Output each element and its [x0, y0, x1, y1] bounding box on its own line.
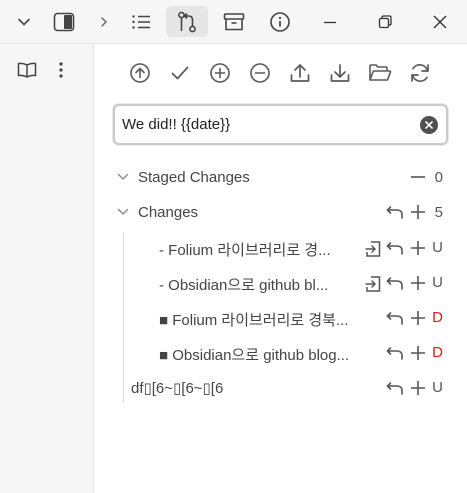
restore-icon[interactable] — [373, 12, 397, 32]
file-name[interactable]: - Obsidian으로 github bl... — [159, 274, 328, 295]
discard-icon[interactable] — [385, 275, 405, 291]
minimize-icon[interactable] — [318, 12, 342, 32]
download-icon[interactable] — [327, 58, 353, 88]
staged-count: 0 — [434, 168, 443, 186]
stage-icon[interactable] — [409, 240, 427, 256]
discard-icon[interactable] — [385, 240, 405, 256]
title-bar — [0, 0, 467, 44]
open-file-icon[interactable] — [363, 240, 383, 258]
changes-header[interactable]: Changes 5 — [94, 197, 467, 227]
file-name[interactable]: df▯[6~▯[6~▯[6 — [131, 379, 223, 397]
list-item[interactable]: ■ Obsidian으로 github blog... D — [94, 337, 467, 369]
upload-icon[interactable] — [287, 58, 313, 88]
source-control-panel: We did!! {{date}} Staged Changes 0 Chang… — [94, 44, 467, 493]
status-badge: U — [432, 274, 443, 291]
archive-icon[interactable] — [221, 10, 247, 34]
discard-icon[interactable] — [385, 310, 405, 326]
commit-message-text[interactable]: We did!! {{date}} — [122, 116, 230, 133]
source-control-toolbar — [94, 58, 467, 88]
sidebar-toggle-icon[interactable] — [52, 11, 76, 33]
folder-open-icon[interactable] — [367, 58, 393, 88]
open-file-icon[interactable] — [363, 275, 383, 293]
chevron-down-icon[interactable] — [116, 170, 130, 184]
unstage-all-icon[interactable] — [247, 58, 273, 88]
staged-changes-label: Staged Changes — [138, 168, 250, 186]
file-name[interactable]: ■ Obsidian으로 github blog... — [159, 344, 349, 365]
clear-message-icon[interactable] — [420, 116, 438, 134]
stage-all-plus-icon[interactable] — [409, 204, 427, 220]
chevron-down-icon[interactable] — [116, 205, 130, 219]
chevron-right-icon[interactable] — [98, 14, 110, 30]
info-icon[interactable] — [267, 10, 293, 34]
list-item[interactable]: - Folium 라이브러리로 경... U — [94, 232, 467, 264]
left-rail — [0, 44, 94, 493]
chevron-down-icon[interactable] — [14, 12, 34, 32]
discard-all-icon[interactable] — [385, 204, 405, 220]
close-icon[interactable] — [428, 12, 452, 32]
changes-label: Changes — [138, 203, 199, 221]
staged-changes-header[interactable]: Staged Changes 0 — [94, 162, 467, 192]
changes-count: 5 — [434, 203, 443, 221]
commit-icon[interactable] — [167, 58, 193, 88]
status-badge: D — [432, 309, 443, 326]
stage-icon[interactable] — [409, 380, 427, 396]
stage-icon[interactable] — [409, 310, 427, 326]
status-badge: D — [432, 344, 443, 361]
push-icon[interactable] — [127, 58, 153, 88]
git-pull-request-icon[interactable] — [166, 6, 208, 37]
stage-icon[interactable] — [409, 345, 427, 361]
status-badge: U — [432, 379, 443, 396]
status-badge: U — [432, 239, 443, 256]
stage-icon[interactable] — [409, 275, 427, 291]
stage-all-icon[interactable] — [207, 58, 233, 88]
list-item[interactable]: ■ Folium 라이브러리로 경북... D — [94, 302, 467, 334]
file-name[interactable]: ■ Folium 라이브러리로 경북... — [159, 309, 348, 330]
unstage-all-minus-icon[interactable] — [409, 170, 427, 184]
commit-message-input[interactable]: We did!! {{date}} — [113, 104, 448, 145]
discard-icon[interactable] — [385, 345, 405, 361]
book-open-icon[interactable] — [15, 59, 39, 81]
list-item[interactable]: df▯[6~▯[6~▯[6 U — [94, 372, 467, 404]
list-item[interactable]: - Obsidian으로 github bl... U — [94, 267, 467, 299]
refresh-icon[interactable] — [407, 58, 433, 88]
list-icon[interactable] — [128, 10, 154, 34]
discard-icon[interactable] — [385, 380, 405, 396]
more-vertical-icon[interactable] — [52, 59, 70, 81]
file-name[interactable]: - Folium 라이브러리로 경... — [159, 239, 331, 260]
